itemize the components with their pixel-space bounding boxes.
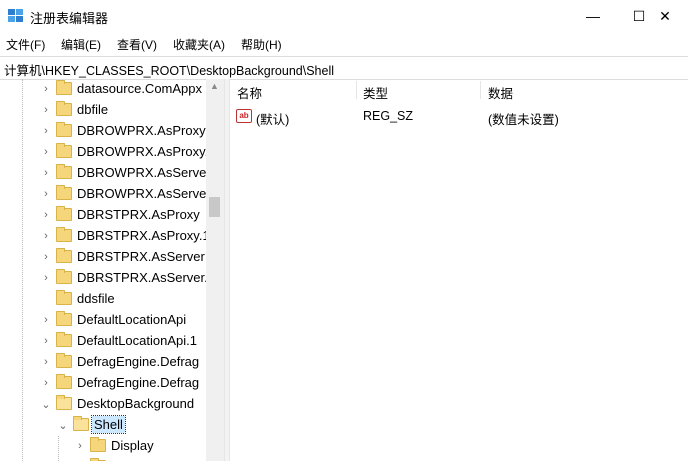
chevron-right-icon[interactable]: › — [40, 314, 52, 326]
column-header-type[interactable]: 类型 — [363, 83, 388, 102]
menu-file[interactable]: 文件(F) — [6, 36, 45, 53]
folder-icon — [90, 437, 106, 452]
key-tree: › datasource.ComAppx › dbfile › DBROWPRX… — [0, 79, 224, 461]
folder-icon — [56, 164, 72, 179]
folder-icon — [56, 143, 72, 158]
folder-icon — [56, 227, 72, 242]
tree-item-label: DBROWPRX.AsProxy — [77, 123, 206, 138]
chevron-right-icon[interactable]: › — [40, 125, 52, 137]
chevron-right-icon[interactable]: › — [40, 272, 52, 284]
tree-item[interactable]: › DefragEngine.Defrag — [0, 373, 206, 394]
tree-item-label: DesktopBackground — [77, 396, 195, 411]
chevron-right-icon[interactable]: › — [40, 146, 52, 158]
folder-icon — [56, 353, 72, 368]
folder-icon — [56, 290, 72, 305]
tree-item[interactable]: › DefaultLocationApi — [0, 310, 206, 331]
tree-item-selected[interactable]: ⌄ Shell — [0, 415, 206, 436]
registry-editor-icon — [8, 9, 23, 22]
tree-item-label: dbfile — [77, 102, 109, 117]
column-header-data[interactable]: 数据 — [488, 83, 513, 102]
tree-item[interactable]: › DBRSTPRX.AsProxy — [0, 205, 206, 226]
tree-item[interactable]: › DBROWPRX.AsServer — [0, 163, 211, 184]
chevron-right-icon[interactable]: › — [40, 356, 52, 368]
value-name: (默认) — [256, 113, 290, 127]
minimize-button[interactable]: — — [570, 0, 616, 32]
menu-edit[interactable]: 编辑(E) — [61, 36, 101, 53]
tree-item[interactable]: › DBRSTPRX.AsServer — [0, 247, 206, 268]
tree-item[interactable]: › DBROWPRX.AsProxy — [0, 121, 206, 142]
tree-item[interactable]: › DBROWPRX.AsProxy. — [0, 142, 208, 163]
tree-item-label: ddsfile — [77, 291, 115, 306]
tree-item-label: DefaultLocationApi — [77, 312, 187, 327]
chevron-right-icon[interactable]: › — [40, 230, 52, 242]
tree-item-label: DBRSTPRX.AsProxy — [77, 207, 200, 222]
folder-icon — [56, 185, 72, 200]
value-type: REG_SZ — [363, 109, 414, 123]
tree-item-label: Shell — [91, 415, 126, 434]
folder-icon — [56, 248, 72, 263]
tree-item[interactable]: › DefaultLocationApi.1 — [0, 331, 206, 352]
chevron-right-icon[interactable]: › — [40, 167, 52, 179]
menu-favorites[interactable]: 收藏夹(A) — [173, 36, 225, 53]
tree-item-label: datasource.ComAppx — [77, 81, 203, 96]
folder-icon — [56, 332, 72, 347]
folder-icon — [56, 206, 72, 221]
tree-item[interactable] — [0, 457, 206, 461]
scroll-up-icon[interactable]: ▲ — [210, 81, 219, 91]
column-header-name[interactable]: 名称 — [237, 83, 262, 102]
menu-bar: 文件(F) 编辑(E) 查看(V) 收藏夹(A) 帮助(H) — [0, 34, 688, 54]
chevron-right-icon[interactable]: › — [74, 440, 86, 452]
tree-item-label: DefaultLocationApi.1 — [77, 333, 197, 348]
chevron-right-icon[interactable]: › — [40, 209, 52, 221]
tree-item-label: DBRSTPRX.AsProxy.1 — [77, 228, 210, 243]
string-value-icon: ab — [236, 109, 252, 123]
tree-item-label: DBRSTPRX.AsServer.1 — [77, 270, 215, 285]
tree-item[interactable]: › datasource.ComAppx — [0, 79, 206, 100]
tree-item[interactable]: › DefragEngine.Defrag — [0, 352, 206, 373]
chevron-right-icon[interactable]: › — [40, 335, 52, 347]
column-divider[interactable] — [480, 81, 481, 99]
tree-item[interactable]: › DBRSTPRX.AsServer.1 — [0, 268, 215, 289]
scroll-thumb[interactable] — [209, 197, 220, 217]
title-bar: 注册表编辑器 — ☐ ✕ — [0, 0, 688, 32]
column-divider[interactable] — [356, 81, 357, 99]
chevron-right-icon[interactable]: › — [40, 104, 52, 116]
tree-item-label: DBROWPRX.AsServer — [77, 165, 211, 180]
tree-item[interactable]: › Display — [0, 436, 206, 457]
folder-icon — [56, 311, 72, 326]
folder-open-icon — [73, 416, 89, 431]
folder-icon — [56, 101, 72, 116]
tree-item-label: Display — [111, 438, 154, 453]
tree-item[interactable]: ddsfile — [0, 289, 206, 310]
menu-help[interactable]: 帮助(H) — [241, 36, 282, 53]
tree-item[interactable]: › dbfile — [0, 100, 206, 121]
tree-item[interactable]: › DBROWPRX.AsServer — [0, 184, 211, 205]
tree-item-label: DBROWPRX.AsServer — [77, 186, 211, 201]
address-bar[interactable]: 计算机\HKEY_CLASSES_ROOT\DesktopBackground\… — [0, 56, 688, 80]
folder-icon — [56, 374, 72, 389]
tree-item-label: DBROWPRX.AsProxy. — [77, 144, 209, 159]
chevron-right-icon[interactable]: › — [40, 377, 52, 389]
tree-item[interactable]: ⌄ DesktopBackground — [0, 394, 206, 415]
tree-item-label: DBRSTPRX.AsServer — [77, 249, 205, 264]
values-list: 名称 类型 数据 ab (默认) REG_SZ (数值未设置) — [230, 79, 688, 461]
tree-item-label: DefragEngine.Defrag — [77, 375, 200, 390]
window-title: 注册表编辑器 — [30, 11, 109, 26]
chevron-right-icon[interactable]: › — [40, 251, 52, 263]
address-path[interactable]: 计算机\HKEY_CLASSES_ROOT\DesktopBackground\… — [4, 60, 334, 79]
chevron-right-icon[interactable]: › — [40, 83, 52, 95]
tree-item-label: DefragEngine.Defrag — [77, 354, 200, 369]
tree-scrollbar[interactable]: ▲ — [206, 79, 224, 461]
chevron-right-icon[interactable]: › — [40, 188, 52, 200]
value-data: (数值未设置) — [488, 113, 559, 127]
folder-icon — [56, 122, 72, 137]
menu-view[interactable]: 查看(V) — [117, 36, 157, 53]
chevron-down-icon[interactable]: ⌄ — [57, 419, 69, 432]
chevron-down-icon[interactable]: ⌄ — [40, 398, 52, 411]
folder-icon — [56, 80, 72, 95]
tree-item[interactable]: › DBRSTPRX.AsProxy.1 — [0, 226, 210, 247]
close-button[interactable]: ✕ — [642, 0, 688, 32]
folder-icon — [56, 269, 72, 284]
folder-open-icon — [56, 395, 72, 410]
